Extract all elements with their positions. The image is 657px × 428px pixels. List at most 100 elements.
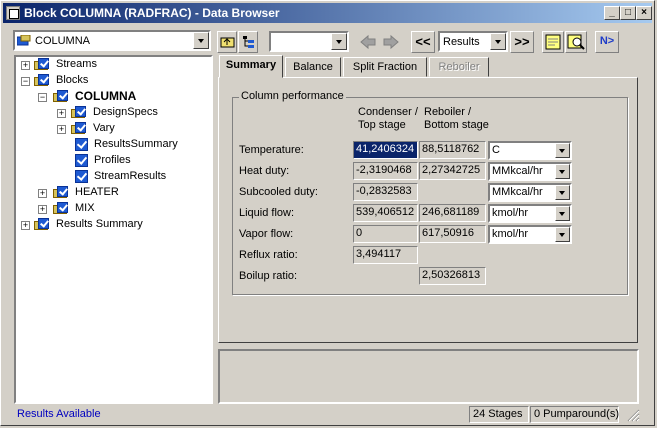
up-folder-icon — [220, 37, 235, 48]
window-icon[interactable] — [6, 6, 20, 20]
window-title: Block COLUMNA (RADFRAC) - Data Browser — [24, 6, 280, 20]
temperature-label: Temperature: — [239, 144, 304, 156]
checkmark-icon — [75, 138, 88, 151]
notes-button[interactable] — [542, 31, 564, 53]
minimize-button[interactable]: _ — [604, 6, 620, 20]
folder-check-icon — [34, 218, 50, 231]
tree-item-label: Streams — [56, 58, 97, 70]
tab-reboiler[interactable]: Reboiler — [429, 57, 489, 77]
tree-item-resultssummary[interactable]: ResultsSummary — [16, 137, 206, 153]
liquid-flow-unit-select[interactable]: kmol/hr — [488, 204, 572, 223]
next-input-button[interactable]: N> — [595, 31, 619, 53]
arrow-left-icon — [360, 34, 376, 50]
tree-item-label: MIX — [75, 202, 95, 214]
up-folder-button[interactable] — [217, 31, 237, 53]
tree-item-vary[interactable]: + Vary — [16, 121, 206, 137]
subcooled-duty-condenser-value[interactable]: -0,2832583 — [353, 183, 418, 201]
temperature-reboiler-value[interactable]: 88,5118762 — [419, 141, 486, 159]
data-browser-window: Block COLUMNA (RADFRAC) - Data Browser _… — [0, 0, 655, 426]
liquid-flow-reboiler-value[interactable]: 246,681189 — [419, 204, 486, 222]
chevron-down-icon[interactable] — [555, 185, 570, 200]
subcooled-duty-unit-select[interactable]: MMkcal/hr — [488, 183, 572, 202]
maximize-button[interactable]: □ — [620, 6, 636, 20]
tree-view-button[interactable] — [238, 31, 258, 53]
tree-item-label: COLUMNA — [75, 89, 137, 103]
temperature-unit-select[interactable]: C — [488, 141, 572, 160]
collapse-icon[interactable]: − — [38, 93, 47, 102]
liquid-flow-condenser-value[interactable]: 539,406512 — [353, 204, 418, 222]
chevron-down-icon[interactable] — [555, 227, 570, 242]
subcooled-duty-label: Subcooled duty: — [239, 186, 318, 198]
boilup-ratio-value[interactable]: 2,50326813 — [419, 267, 486, 285]
expand-icon[interactable]: + — [57, 125, 66, 134]
reboiler-header-sub: Bottom stage — [424, 119, 489, 131]
status-button[interactable] — [565, 31, 587, 53]
resize-grip-icon[interactable] — [626, 408, 640, 422]
heat-duty-condenser-value[interactable]: -2,3190468 — [353, 162, 418, 180]
chevron-down-icon[interactable] — [490, 33, 506, 50]
expand-icon[interactable]: + — [38, 189, 47, 198]
folder-check-icon — [71, 122, 87, 135]
previous-button[interactable] — [357, 31, 379, 53]
tree-item-designspecs[interactable]: + DesignSpecs — [16, 105, 206, 121]
boilup-ratio-label: Boilup ratio: — [239, 270, 298, 282]
unit-value: MMkcal/hr — [492, 186, 543, 198]
stages-count: 24 Stages — [469, 406, 529, 423]
expand-icon[interactable]: + — [57, 109, 66, 118]
next-button[interactable] — [380, 31, 402, 53]
expand-icon[interactable]: + — [38, 205, 47, 214]
expand-icon[interactable]: + — [21, 221, 30, 230]
folder-check-icon — [53, 90, 69, 103]
condenser-header: Condenser / — [358, 106, 418, 118]
tab-split-fraction[interactable]: Split Fraction — [343, 57, 427, 77]
tree-item-columna[interactable]: − COLUMNA — [16, 89, 206, 105]
temperature-condenser-value[interactable]: 41,2406324 — [353, 141, 418, 159]
vapor-flow-condenser-value[interactable]: 0 — [353, 225, 418, 243]
heat-duty-unit-select[interactable]: MMkcal/hr — [488, 162, 572, 181]
heat-duty-reboiler-value[interactable]: 2,27342725 — [419, 162, 486, 180]
navigation-tree[interactable]: + Streams − Blocks − COLUMNA + DesignSpe… — [14, 55, 213, 404]
previous-form-button[interactable]: << — [411, 31, 435, 53]
collapse-icon[interactable]: − — [21, 77, 30, 86]
tree-item-streamresults[interactable]: StreamResults — [16, 169, 206, 185]
reboiler-header: Reboiler / — [424, 106, 472, 118]
reflux-ratio-value[interactable]: 3,494117 — [353, 246, 418, 264]
block-select[interactable]: COLUMNA — [13, 30, 211, 51]
chevron-down-icon[interactable] — [331, 33, 347, 50]
status-text: Results Available — [17, 408, 101, 420]
vapor-flow-unit-select[interactable]: kmol/hr — [488, 225, 572, 244]
vapor-flow-reboiler-value[interactable]: 617,50916 — [419, 225, 486, 243]
tree-item-results-summary[interactable]: + Results Summary — [16, 217, 206, 233]
tree-item-label: Results Summary — [56, 218, 143, 230]
folder-check-icon — [71, 106, 87, 119]
folder-check-icon — [53, 186, 69, 199]
next-form-button[interactable]: >> — [510, 31, 534, 53]
heat-duty-label: Heat duty: — [239, 165, 290, 177]
title-bar[interactable]: Block COLUMNA (RADFRAC) - Data Browser _… — [3, 3, 652, 23]
tree-item-streams[interactable]: + Streams — [16, 57, 206, 73]
tab-balance[interactable]: Balance — [285, 57, 341, 77]
chevron-down-icon[interactable] — [555, 206, 570, 221]
tree-item-profiles[interactable]: Profiles — [16, 153, 206, 169]
tree-item-label: DesignSpecs — [93, 106, 158, 118]
results-select[interactable]: Results — [438, 31, 508, 52]
notes-icon — [545, 34, 561, 50]
tree-item-heater[interactable]: + HEATER — [16, 185, 206, 201]
liquid-flow-label: Liquid flow: — [239, 207, 295, 219]
unit-value: kmol/hr — [492, 207, 529, 219]
vapor-flow-label: Vapor flow: — [239, 228, 294, 240]
tree-item-mix[interactable]: + MIX — [16, 201, 206, 217]
chevron-down-icon[interactable] — [193, 32, 209, 49]
close-button[interactable]: × — [636, 6, 652, 20]
checkmark-icon — [75, 154, 88, 167]
block-select-value: COLUMNA — [35, 35, 91, 47]
tree-view-icon — [243, 36, 254, 48]
form-select[interactable] — [269, 31, 349, 52]
tree-item-blocks[interactable]: − Blocks — [16, 73, 206, 89]
tab-summary[interactable]: Summary — [219, 55, 283, 78]
chevron-down-icon[interactable] — [555, 143, 570, 158]
tree-item-label: Profiles — [94, 154, 131, 166]
tree-item-label: HEATER — [75, 186, 119, 198]
expand-icon[interactable]: + — [21, 61, 30, 70]
chevron-down-icon[interactable] — [555, 164, 570, 179]
